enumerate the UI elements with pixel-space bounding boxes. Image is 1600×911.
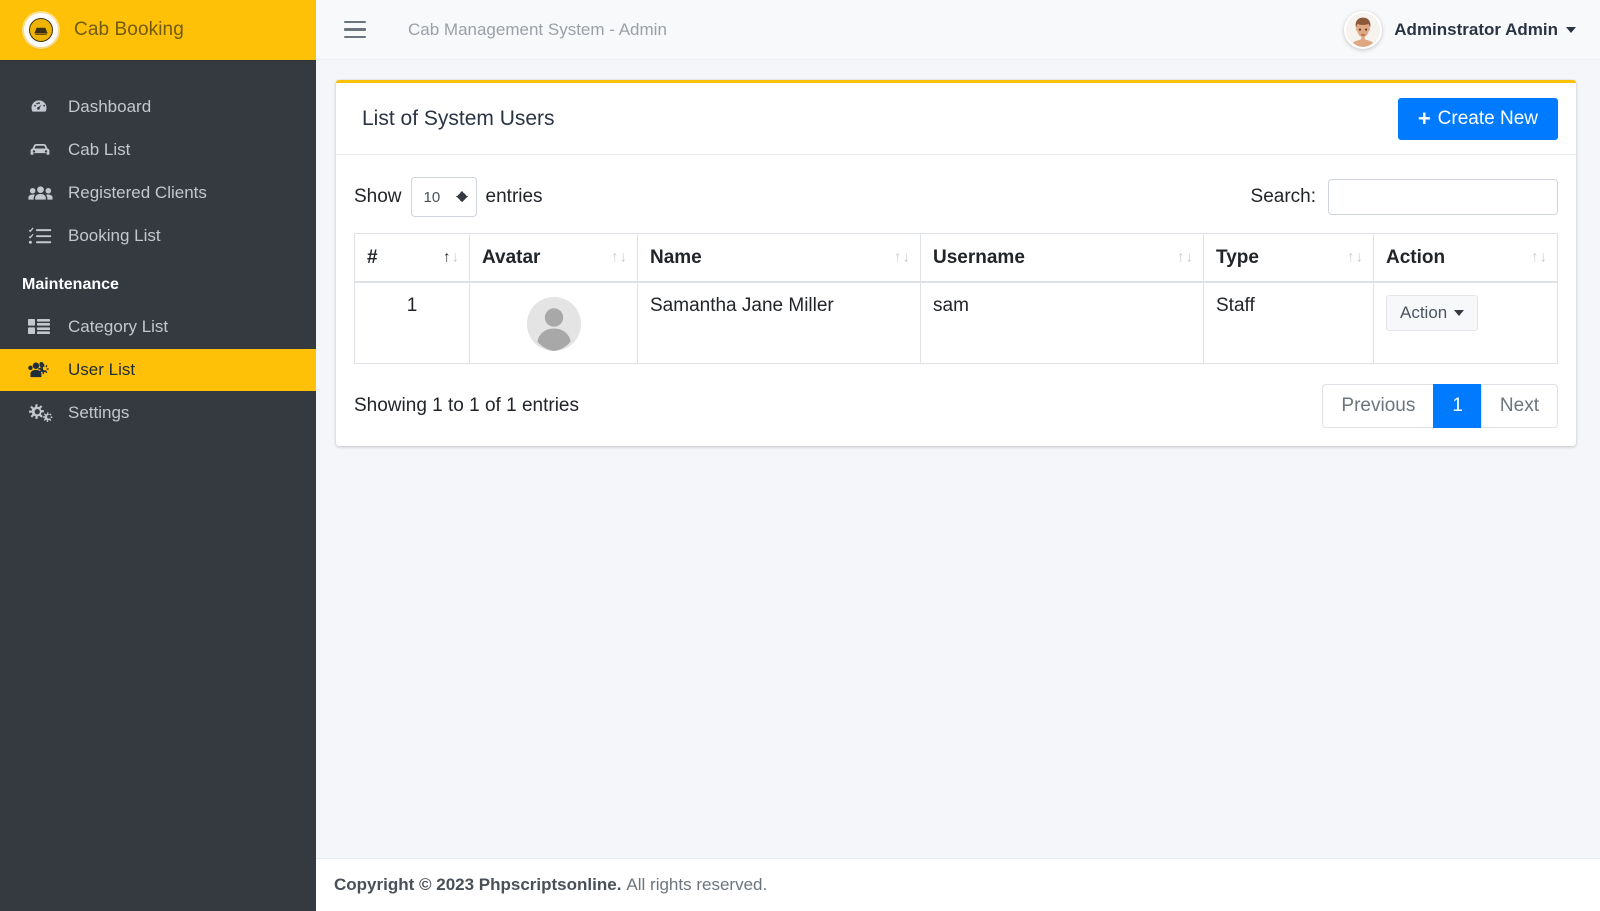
footer-rights: All rights reserved.: [626, 875, 768, 894]
sidebar-section-maintenance: Maintenance: [22, 276, 119, 293]
entries-select[interactable]: 10 25 50 100: [410, 177, 477, 217]
sidebar-item-label: User List: [68, 360, 136, 379]
topbar: Cab Management System - Admin Adminstrat…: [316, 0, 1600, 60]
create-new-label: Create New: [1437, 107, 1538, 129]
card-body: Show 10 25 50 100 entries Search:: [336, 155, 1576, 446]
card-header: List of System Users + Create New: [336, 83, 1576, 155]
user-avatar-icon: [1344, 10, 1383, 49]
column-header-num[interactable]: # ↑ ↓: [354, 233, 470, 283]
cab-badge-icon: [24, 13, 58, 47]
caret-down-icon: [1454, 309, 1465, 316]
sidebar-item-category-list[interactable]: Category List: [0, 306, 316, 348]
sidebar-item-label: Cab List: [68, 140, 131, 159]
table-list-icon: [28, 318, 62, 336]
column-label: Avatar: [482, 246, 541, 268]
sort-icon: ↑ ↓: [1531, 248, 1547, 266]
cell-avatar: [469, 281, 638, 364]
pagination-previous[interactable]: Previous: [1322, 383, 1434, 428]
search-control: Search:: [1251, 179, 1558, 215]
user-list-card: List of System Users + Create New Show 1…: [336, 80, 1576, 446]
user-menu[interactable]: Adminstrator Admin: [1344, 10, 1576, 49]
sidebar-item-settings[interactable]: Settings: [0, 392, 316, 434]
create-new-button[interactable]: + Create New: [1397, 97, 1558, 140]
hamburger-icon[interactable]: [344, 20, 366, 39]
column-label: Name: [650, 246, 702, 268]
avatar-placeholder-icon: [526, 296, 581, 351]
table-info: Showing 1 to 1 of 1 entries: [354, 394, 579, 416]
table-row: 1 Samantha Jane Miller sam Staff Action: [354, 281, 1558, 364]
column-label: Action: [1386, 246, 1446, 268]
column-header-type[interactable]: Type ↑ ↓: [1203, 233, 1374, 283]
checklist-icon: [28, 227, 62, 245]
sidebar-brand-title: Cab Booking: [74, 19, 184, 40]
cell-num: 1: [354, 281, 470, 364]
search-label: Search:: [1250, 186, 1316, 207]
sidebar-item-label: Settings: [68, 403, 130, 422]
sidebar-item-booking-list[interactable]: Booking List: [0, 215, 316, 257]
sidebar-item-dashboard[interactable]: Dashboard: [0, 86, 316, 128]
sidebar-item-label: Dashboard: [68, 97, 152, 116]
pagination-page-1[interactable]: 1: [1433, 383, 1481, 428]
caret-down-icon: [1566, 26, 1576, 33]
sort-icon: ↑ ↓: [443, 248, 459, 266]
pagination-next[interactable]: Next: [1480, 383, 1558, 428]
cell-name: Samantha Jane Miller: [637, 281, 921, 364]
users-icon: [28, 184, 62, 202]
main-area: Cab Management System - Admin Adminstrat…: [316, 0, 1600, 911]
entries-length-control: Show 10 25 50 100 entries: [354, 177, 543, 217]
sort-icon: ↑ ↓: [894, 248, 910, 266]
show-label: Show: [354, 186, 402, 207]
sidebar-item-label: Booking List: [68, 226, 161, 245]
sidebar-item-registered-clients[interactable]: Registered Clients: [0, 172, 316, 214]
entries-label: entries: [485, 186, 543, 207]
table-body: 1 Samantha Jane Miller sam Staff Action: [354, 281, 1558, 364]
cell-username: sam: [920, 281, 1204, 364]
column-header-name[interactable]: Name ↑ ↓: [637, 233, 921, 283]
footer: Copyright © 2023 Phpscriptsonline. All r…: [316, 858, 1600, 911]
datatable-footer: Showing 1 to 1 of 1 entries Previous 1 N…: [354, 383, 1558, 428]
column-label: Type: [1216, 246, 1259, 268]
car-icon: [28, 141, 62, 159]
sort-icon: ↑ ↓: [1347, 248, 1363, 266]
page-title: Cab Management System - Admin: [408, 19, 667, 39]
column-header-avatar[interactable]: Avatar ↑ ↓: [469, 233, 638, 283]
datatable-controls: Show 10 25 50 100 entries Search:: [354, 177, 1558, 217]
column-header-username[interactable]: Username ↑ ↓: [920, 233, 1204, 283]
sort-icon: ↑ ↓: [611, 248, 627, 266]
user-name: Adminstrator Admin: [1394, 19, 1558, 39]
sidebar: Cab Booking Dashboard Cab List Registere…: [0, 0, 316, 911]
column-header-action[interactable]: Action ↑ ↓: [1373, 233, 1558, 283]
sidebar-item-user-list[interactable]: User List: [0, 349, 316, 391]
cell-type: Staff: [1203, 281, 1374, 364]
row-action-label: Action: [1400, 302, 1448, 322]
sidebar-item-label: Registered Clients: [68, 183, 207, 202]
table-head: # ↑ ↓ Avatar ↑ ↓ Name ↑ ↓ Username ↑ ↓ T…: [354, 233, 1558, 283]
search-input[interactable]: [1328, 179, 1558, 215]
gears-icon: [28, 403, 62, 423]
users-table: # ↑ ↓ Avatar ↑ ↓ Name ↑ ↓ Username ↑ ↓ T…: [354, 233, 1558, 364]
footer-copyright: Copyright © 2023 Phpscriptsonline.: [334, 875, 622, 894]
cell-action: Action: [1373, 281, 1558, 364]
table-header-row: # ↑ ↓ Avatar ↑ ↓ Name ↑ ↓ Username ↑ ↓ T…: [354, 233, 1558, 283]
sidebar-brand[interactable]: Cab Booking: [0, 0, 316, 60]
gauge-icon: [28, 97, 62, 117]
plus-icon: +: [1417, 105, 1431, 131]
app-root: Cab Booking Dashboard Cab List Registere…: [0, 0, 1600, 911]
column-label: #: [367, 246, 378, 268]
sidebar-item-label: Category List: [68, 317, 169, 336]
column-label: Username: [933, 246, 1025, 268]
users-gear-icon: [28, 361, 62, 380]
sidebar-item-cab-list[interactable]: Cab List: [0, 129, 316, 171]
card-title: List of System Users: [362, 106, 555, 130]
sort-icon: ↑ ↓: [1177, 248, 1193, 266]
content-area: List of System Users + Create New Show 1…: [316, 60, 1600, 858]
pagination: Previous 1 Next: [1322, 383, 1558, 428]
row-action-button[interactable]: Action: [1386, 294, 1479, 331]
sidebar-nav: Dashboard Cab List Registered Clients Bo…: [0, 60, 316, 435]
